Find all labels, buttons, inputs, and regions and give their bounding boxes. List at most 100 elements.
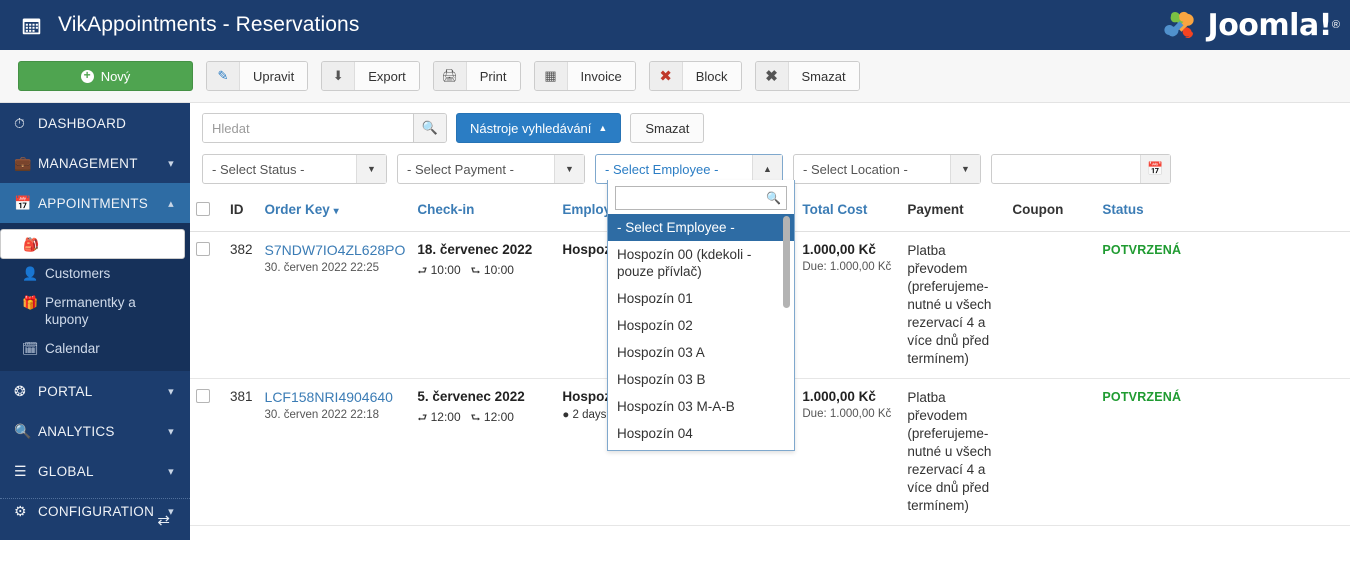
basket-icon: 🎒 (23, 236, 40, 252)
status-filter-select[interactable]: - Select Status - ▼ (202, 154, 387, 184)
select-all-checkbox[interactable] (196, 202, 210, 216)
gift-icon: 🎁 (22, 295, 39, 310)
search-box: 🔍 (202, 113, 447, 143)
sidebar-subitem-label: Permanentky a kupony (45, 295, 136, 327)
delete-button[interactable]: ✖ Smazat (754, 61, 860, 91)
order-date: 30. červen 2022 22:25 (264, 262, 379, 274)
row-checkin-cell: 5. červenec 2022 ⮐ 12:00 ⮑ 12:00 (411, 378, 557, 526)
joomla-wordmark: Joomla! (1207, 7, 1333, 43)
search-icon[interactable]: 🔍 (766, 191, 781, 205)
arrow-in-icon: ⮐ (417, 412, 428, 424)
employee-search-input[interactable] (616, 187, 786, 209)
sidebar-collapse-button[interactable]: ⇄ (0, 498, 190, 540)
employee-option[interactable]: Hospozín 00 (kdekoli - pouze přívlač) (608, 241, 794, 285)
sidebar-item-management[interactable]: 💼 MANAGEMENT ▾ (0, 143, 190, 183)
row-select-cell (190, 231, 224, 379)
column-coupon[interactable]: Coupon (1006, 194, 1097, 232)
row-id: 381 (224, 378, 259, 526)
sidebar-item-coupons[interactable]: 🎁 Permanentky a kupony (0, 288, 190, 334)
row-checkbox[interactable] (196, 242, 210, 256)
close-icon: ✖ (755, 62, 789, 90)
sidebar-item-dashboard[interactable]: ⏱ DASHBOARD (0, 103, 190, 143)
chevron-down-icon: ▾ (168, 385, 174, 398)
sidebar-item-analytics[interactable]: 🔍 ANALYTICS ▾ (0, 411, 190, 451)
checkin-time: 12:00 (430, 410, 461, 424)
column-payment[interactable]: Payment (901, 194, 1007, 232)
row-status-cell: POTVRZENÁ (1096, 378, 1350, 526)
dropdown-scrollbar-thumb[interactable] (783, 216, 790, 308)
date-filter-field[interactable]: 📅 (991, 154, 1171, 184)
chevron-up-icon: ▴ (168, 197, 174, 210)
layers-icon: ☰ (14, 462, 27, 479)
calendar-icon (20, 14, 42, 36)
edit-button[interactable]: ✎ Upravit (206, 61, 309, 91)
duration-days: 2 days (572, 409, 607, 421)
row-coupon (1006, 231, 1097, 379)
employee-option-list[interactable]: - Select Employee - Hospozín 00 (kdekoli… (608, 214, 794, 450)
block-icon: ✖ (649, 62, 683, 90)
invoice-button[interactable]: ▦ Invoice (533, 61, 636, 91)
search-tools-button[interactable]: Nástroje vyhledávání ▲ (456, 113, 622, 143)
sidebar-subitem-label: Customers (45, 266, 111, 281)
clear-filters-label: Smazat (645, 120, 690, 136)
status-badge: POTVRZENÁ (1102, 390, 1182, 404)
sidebar-item-reservations[interactable]: 🎒 Reservations (0, 229, 185, 259)
sidebar-item-global[interactable]: ☰ GLOBAL ▾ (0, 451, 190, 491)
portal-icon: ❂ (14, 382, 27, 399)
column-id[interactable]: ID (224, 194, 259, 232)
employee-option[interactable]: Hospozín 03 M-A-B (608, 393, 794, 420)
search-icon[interactable]: 🔍 (413, 114, 446, 142)
employee-option[interactable]: Hospozín 05 (608, 447, 794, 450)
new-button[interactable]: + Nový (18, 61, 193, 91)
clear-filters-button[interactable]: Smazat (630, 113, 705, 143)
print-button[interactable]: 🖨 Print (432, 61, 521, 91)
employee-option[interactable]: Hospozín 01 (608, 285, 794, 312)
sidebar-subitem-label: Calendar (45, 341, 100, 356)
sidebar-item-calendar[interactable]: 🗓 Calendar (0, 334, 190, 363)
location-filter-label: - Select Location - (803, 161, 908, 177)
arrow-out-icon: ⮑ (470, 265, 481, 277)
sidebar-item-label: DASHBOARD (38, 115, 127, 131)
employee-option[interactable]: Hospozín 04 (608, 420, 794, 447)
sidebar-item-appointments[interactable]: 📅 APPOINTMENTS ▴ (0, 183, 190, 223)
row-payment: Platba převodem (preferujeme- nutné u vš… (901, 378, 1007, 526)
column-total-cost[interactable]: Total Cost (796, 194, 902, 232)
checkin-time: 10:00 (430, 263, 461, 277)
dropdown-scrollbar-track[interactable] (783, 214, 792, 450)
toggle-arrows-icon: ⇄ (157, 511, 170, 529)
order-key-link[interactable]: S7NDW7IO4ZL628PO (265, 242, 406, 258)
employee-dropdown-panel: 🔍 - Select Employee - Hospozín 00 (kdeko… (607, 180, 795, 451)
search-input[interactable] (203, 114, 413, 142)
chevron-up-icon: ▲ (598, 123, 608, 133)
sidebar-item-customers[interactable]: 👤 Customers (0, 259, 190, 288)
column-order-key[interactable]: Order Key ▾ (258, 194, 412, 232)
calendar-icon[interactable]: 📅 (1140, 155, 1170, 183)
employee-option[interactable]: - Select Employee - (608, 214, 794, 241)
edit-button-label: Upravit (240, 62, 308, 90)
column-checkin[interactable]: Check-in (411, 194, 557, 232)
user-icon: 👤 (22, 266, 39, 281)
order-key-link[interactable]: LCF158NRI4904640 (265, 389, 406, 405)
sort-desc-icon: ▾ (333, 206, 339, 217)
plus-icon: + (80, 69, 94, 83)
calendar-icon: 📅 (14, 194, 32, 211)
export-button[interactable]: ⬇ Export (321, 61, 420, 91)
employee-option[interactable]: Hospozín 03 B (608, 366, 794, 393)
row-cost-cell: 1.000,00 Kč Due: 1.000,00 Kč (796, 231, 902, 379)
row-checkbox[interactable] (196, 389, 210, 403)
column-status[interactable]: Status (1096, 194, 1350, 232)
row-coupon (1006, 378, 1097, 526)
search-dollar-icon: 🔍 (14, 422, 32, 439)
sidebar-item-portal[interactable]: ❂ PORTAL ▾ (0, 371, 190, 411)
payment-filter-select[interactable]: - Select Payment - ▼ (397, 154, 585, 184)
checkout-time: 10:00 (483, 263, 514, 277)
search-tools-label: Nástroje vyhledávání (470, 120, 592, 136)
employee-option[interactable]: Hospozín 03 A (608, 339, 794, 366)
registered-mark: ® (1331, 19, 1340, 31)
location-filter-select[interactable]: - Select Location - ▼ (793, 154, 981, 184)
block-button[interactable]: ✖ Block (648, 61, 742, 91)
checkin-times: ⮐ 10:00 ⮑ 10:00 (417, 262, 550, 281)
action-toolbar: + Nový ✎ Upravit ⬇ Export 🖨 Print ▦ Invo… (0, 50, 1350, 103)
page-title: VikAppointments - Reservations (58, 13, 360, 36)
employee-option[interactable]: Hospozín 02 (608, 312, 794, 339)
